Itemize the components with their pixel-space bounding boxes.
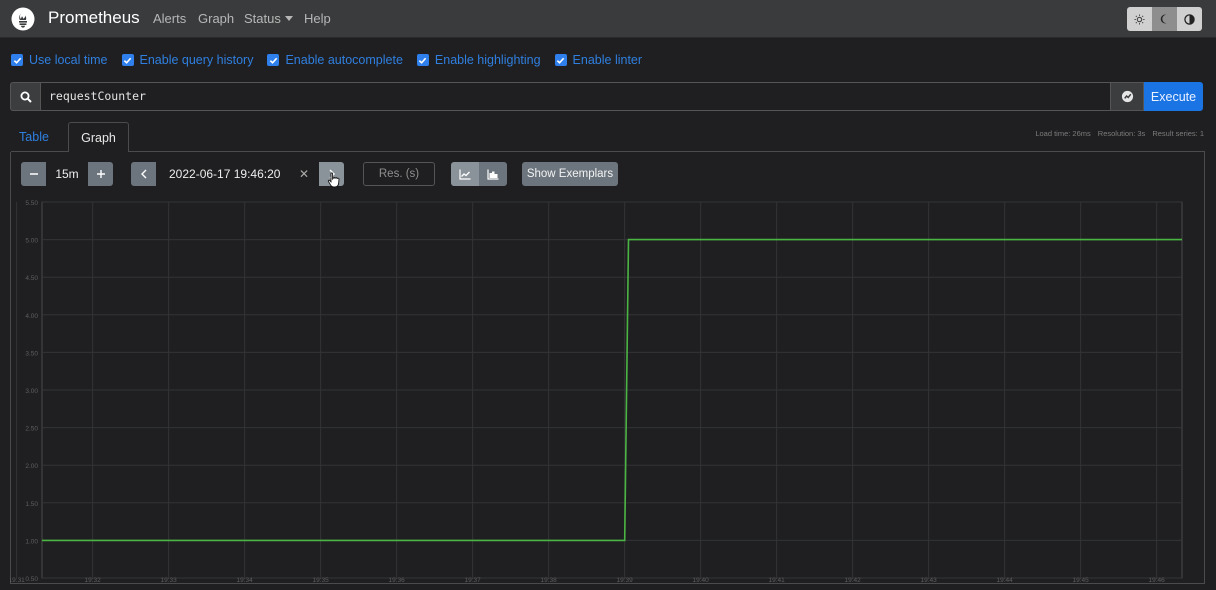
- end-time-value: 2022-06-17 19:46:20: [169, 167, 281, 181]
- end-time-control: 2022-06-17 19:46:20 ✕: [131, 162, 344, 186]
- decrease-range-button[interactable]: [21, 162, 46, 186]
- previous-time-button[interactable]: [131, 162, 156, 186]
- resolution-stat: Resolution: 3s: [1097, 129, 1146, 138]
- x-tick-label: 19:43: [921, 577, 938, 584]
- metrics-explorer-icon[interactable]: [1111, 82, 1144, 111]
- range-input[interactable]: 15m: [46, 162, 88, 186]
- option-enable-autocomplete[interactable]: Enable autocomplete: [267, 53, 403, 67]
- x-tick-label: 19:37: [465, 577, 482, 584]
- chevron-down-icon: [284, 16, 293, 21]
- x-tick-label: 19:39: [617, 577, 634, 584]
- option-label: Enable query history: [139, 53, 254, 67]
- y-tick-label: 0.50: [25, 576, 38, 583]
- expression-row: requestCounter Execute: [10, 82, 1203, 111]
- y-tick-label: 3.00: [25, 388, 38, 395]
- nav-alerts[interactable]: Alerts: [153, 11, 186, 26]
- option-enable-query-history[interactable]: Enable query history: [121, 53, 254, 67]
- checkbox[interactable]: [11, 54, 23, 66]
- tab-table[interactable]: Table: [11, 122, 57, 152]
- x-tick-label: 19:33: [161, 577, 178, 584]
- nav-graph[interactable]: Graph: [198, 11, 234, 26]
- sun-icon[interactable]: [1127, 7, 1152, 31]
- x-tick-label: 19:34: [237, 577, 254, 584]
- nav-status-label: Status: [244, 11, 281, 26]
- nav-help[interactable]: Help: [304, 11, 331, 26]
- result-series: Result series: 1: [1152, 129, 1204, 138]
- query-options: Use local time Enable query history Enab…: [11, 52, 656, 68]
- theme-toggle-group: [1127, 7, 1202, 31]
- checkbox[interactable]: [554, 54, 567, 66]
- query-stats: Load time: 26ms Resolution: 3s Result seri…: [1028, 129, 1204, 138]
- show-exemplars-button[interactable]: Show Exemplars: [522, 162, 618, 186]
- line-chart-icon[interactable]: [451, 162, 479, 186]
- option-use-local-time[interactable]: Use local time: [11, 53, 108, 67]
- range-control: 15m: [21, 162, 113, 186]
- search-icon: [10, 82, 40, 111]
- x-tick-label: 19:40: [693, 577, 710, 584]
- load-time: Load time: 26ms: [1035, 129, 1091, 138]
- x-tick-label: 19:45: [1073, 577, 1090, 584]
- y-tick-label: 4.00: [25, 313, 38, 320]
- y-tick-label: 1.50: [25, 501, 38, 508]
- hand-cursor-icon: [327, 172, 340, 188]
- y-tick-label: 4.50: [25, 275, 38, 282]
- x-tick-label: 19:31: [10, 577, 25, 584]
- x-tick-label: 19:32: [85, 577, 102, 584]
- top-navbar: Prometheus Alerts Graph Status Help: [0, 0, 1216, 38]
- increase-range-button[interactable]: [88, 162, 113, 186]
- x-tick-label: 19:44: [997, 577, 1014, 584]
- option-label: Use local time: [29, 53, 108, 67]
- y-tick-label: 2.50: [25, 426, 38, 433]
- y-tick-label: 2.00: [25, 463, 38, 470]
- x-tick-label: 19:42: [845, 577, 862, 584]
- prometheus-logo-icon[interactable]: [11, 7, 35, 31]
- resolution-input[interactable]: Res. (s): [363, 162, 435, 186]
- checkbox[interactable]: [267, 54, 280, 66]
- expression-input[interactable]: requestCounter: [40, 82, 1111, 111]
- brand-title[interactable]: Prometheus: [48, 8, 140, 28]
- checkbox[interactable]: [121, 54, 134, 66]
- x-tick-label: 19:36: [389, 577, 406, 584]
- y-tick-label: 5.00: [25, 238, 38, 245]
- option-label: Enable highlighting: [434, 53, 541, 67]
- option-enable-linter[interactable]: Enable linter: [554, 53, 643, 67]
- checkbox[interactable]: [416, 54, 429, 66]
- x-tick-label: 19:46: [1149, 577, 1166, 584]
- y-tick-label: 1.00: [25, 538, 38, 545]
- x-tick-label: 19:35: [313, 577, 330, 584]
- chart-type-toggle: [451, 162, 507, 186]
- time-series-graph[interactable]: 0.50 1.00 1.50 2.00 2.50 3.00 3.50 4.00 4.50 5.00…: [10, 194, 1205, 584]
- option-enable-highlighting[interactable]: Enable highlighting: [416, 53, 541, 67]
- option-label: Enable autocomplete: [285, 53, 403, 67]
- stacked-chart-icon[interactable]: [479, 162, 507, 186]
- x-tick-label: 19:41: [769, 577, 786, 584]
- y-tick-label: 5.50: [25, 200, 38, 207]
- contrast-icon[interactable]: [1177, 7, 1202, 31]
- execute-button[interactable]: Execute: [1144, 82, 1203, 111]
- tab-graph[interactable]: Graph: [68, 122, 129, 152]
- y-tick-label: 3.50: [25, 350, 38, 357]
- option-label: Enable linter: [572, 53, 643, 67]
- moon-icon[interactable]: [1152, 7, 1177, 31]
- nav-status[interactable]: Status: [244, 11, 293, 26]
- clear-icon[interactable]: ✕: [299, 162, 309, 186]
- x-tick-label: 19:38: [541, 577, 558, 584]
- end-time-input[interactable]: 2022-06-17 19:46:20 ✕: [156, 162, 319, 186]
